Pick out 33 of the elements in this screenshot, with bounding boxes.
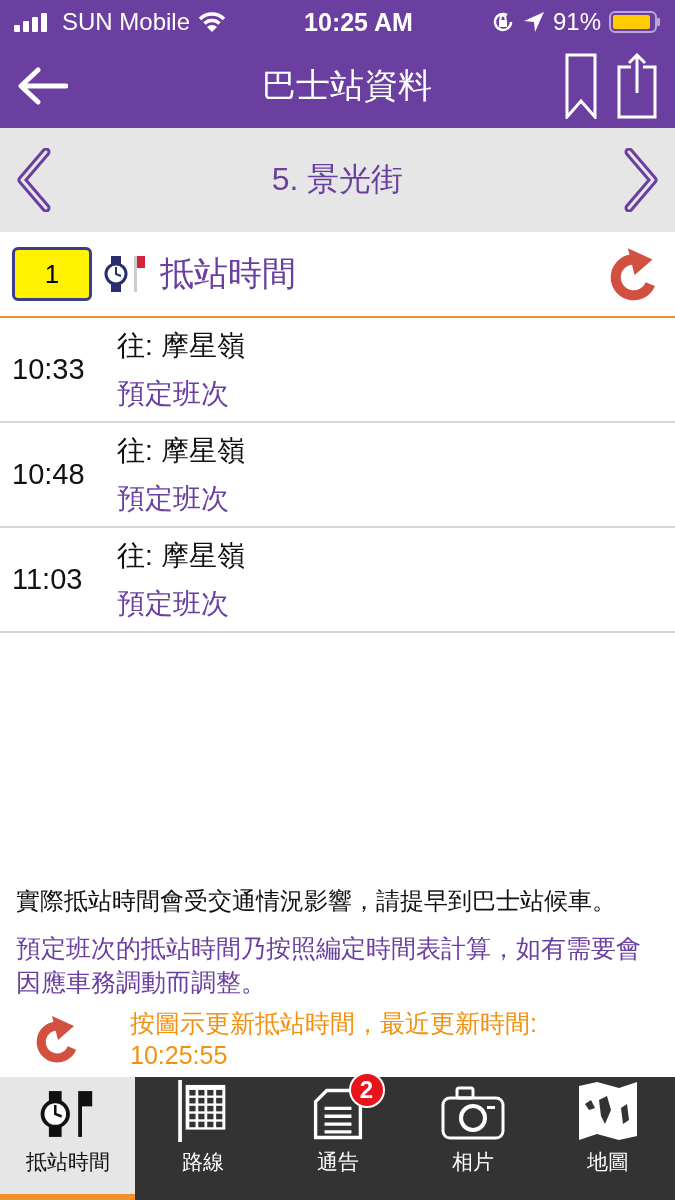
schedule-type: 預定班次 [117, 481, 230, 516]
battery-icon [609, 10, 661, 34]
notification-badge: 2 [348, 1072, 385, 1108]
stop-name: 5. 景光街 [271, 160, 404, 199]
last-updated-time: 10:25:55 [130, 1040, 229, 1071]
destination: 往: 摩星嶺 [117, 328, 245, 363]
section-title: 抵站時間 [160, 253, 296, 294]
share-icon[interactable] [617, 53, 657, 119]
arrival-time: 10:33 [12, 353, 86, 386]
destination: 往: 摩星嶺 [117, 433, 245, 468]
back-arrow-icon[interactable] [16, 66, 68, 106]
tab-item[interactable]: 抵站時間 [0, 1077, 135, 1200]
watch-and-flag-icon [104, 254, 148, 294]
status-time: 10:25 AM [304, 7, 413, 37]
battery-percent: 91% [552, 8, 601, 36]
schedule-type: 預定班次 [117, 376, 230, 411]
carrier-name: SUN Mobile [62, 8, 191, 36]
arrival-time: 10:48 [12, 458, 86, 491]
wifi-icon [198, 11, 227, 33]
folded-map-icon [576, 1080, 639, 1142]
schedule-type: 預定班次 [117, 586, 230, 621]
next-stop-chevron-icon[interactable] [623, 148, 659, 212]
route-number-badge: 1 [12, 247, 92, 301]
destination: 往: 摩星嶺 [117, 538, 245, 573]
camera-icon [440, 1086, 505, 1142]
schedule-note: 預定班次的抵站時間乃按照編定時間表計算，如有需要會因應車務調動而調整。 [16, 933, 642, 998]
location-arrow-icon [522, 11, 545, 33]
disclaimer-text: 實際抵站時間會受交通情況影響，請提早到巴士站候車。 [16, 886, 617, 916]
screen-title: 巴士站資料 [260, 65, 433, 106]
arrival-time: 11:03 [12, 563, 84, 596]
refresh-hint: 按圖示更新抵站時間，最近更新時間: [130, 1008, 537, 1039]
bookmark-icon[interactable] [565, 53, 597, 119]
previous-stop-chevron-icon[interactable] [16, 148, 52, 212]
